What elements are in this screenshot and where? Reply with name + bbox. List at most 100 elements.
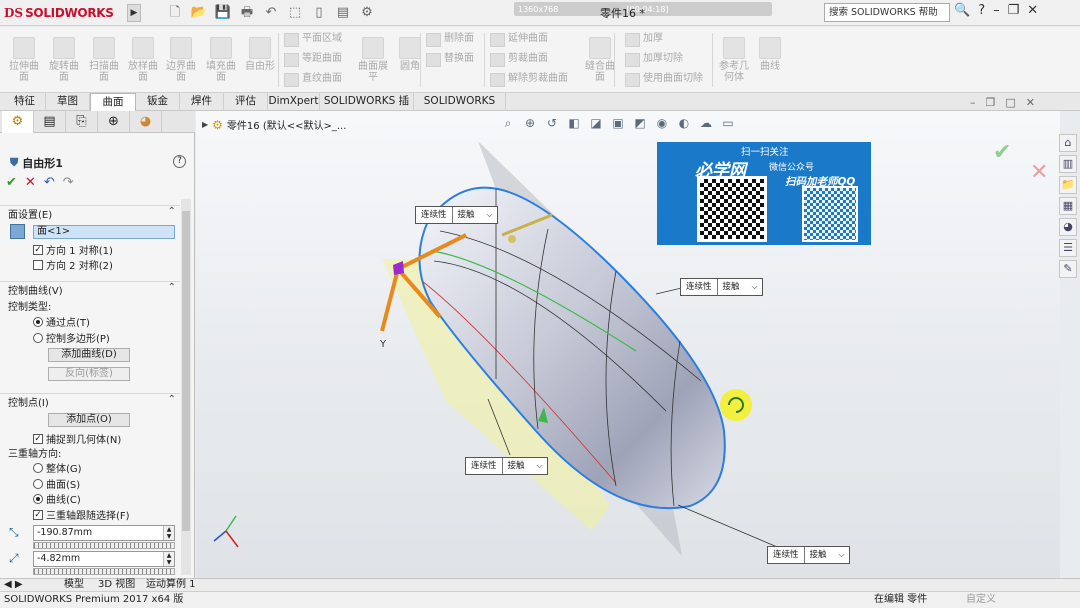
- tab-sheet-metal[interactable]: 钣金: [136, 93, 180, 111]
- through-points-radio[interactable]: 通过点(T): [33, 314, 90, 329]
- doc-minimize-icon[interactable]: –: [970, 96, 976, 109]
- menu-expand-arrow-icon[interactable]: ▶: [127, 4, 141, 22]
- continuity-callout-top[interactable]: 连续性 接触 ⌵: [415, 206, 498, 224]
- flip-tab-button[interactable]: 反向(标签): [48, 367, 130, 381]
- dropdown-chevron-icon[interactable]: ⌵: [752, 279, 758, 295]
- new-file-icon[interactable]: 🗋: [166, 4, 184, 22]
- add-curve-button[interactable]: 添加曲线(D): [48, 348, 130, 362]
- ok-check-icon[interactable]: ✔: [6, 175, 17, 190]
- doc-maximize-icon[interactable]: □: [1005, 96, 1015, 109]
- undo-icon[interactable]: ↶: [262, 4, 280, 22]
- nav-arrows-icon[interactable]: ◀ ▶: [4, 579, 23, 591]
- redo-arrow-icon[interactable]: ↷: [63, 175, 74, 190]
- tab-features[interactable]: 特征: [4, 93, 46, 111]
- dropdown-chevron-icon[interactable]: ⌵: [839, 547, 845, 563]
- model-canvas[interactable]: Y: [196, 111, 1060, 578]
- minimize-icon[interactable]: –: [993, 3, 1000, 18]
- collapse-chevron-icon[interactable]: ⌃: [168, 282, 176, 293]
- confirm-corner-ok-icon[interactable]: ✔: [993, 140, 1011, 165]
- direction2-thumbwheel[interactable]: [33, 568, 175, 575]
- thickened-cut-button[interactable]: 加厚切除: [625, 50, 683, 68]
- dir1-symmetry-checkbox[interactable]: ✓ 方向 1 对称(1): [33, 242, 113, 257]
- add-point-button[interactable]: 添加点(O): [48, 413, 130, 427]
- sweep-surface-button[interactable]: 扫描曲面: [86, 37, 122, 83]
- face-settings-header[interactable]: 面设置(E) ⌃: [0, 205, 180, 221]
- spin-arrows-icon[interactable]: ▲ ▼: [163, 552, 174, 566]
- help-icon[interactable]: ?: [173, 155, 186, 168]
- tab-evaluate[interactable]: 评估: [224, 93, 268, 111]
- dropdown-chevron-icon[interactable]: ⌵: [487, 207, 493, 223]
- ruled-surface-button[interactable]: 直纹曲面: [284, 70, 342, 88]
- curve-radio[interactable]: 曲线(C): [33, 491, 81, 506]
- direction2-value-input[interactable]: -4.82mm ▲ ▼: [33, 551, 175, 567]
- custom-properties-icon[interactable]: ☰: [1059, 239, 1077, 257]
- extend-surface-button[interactable]: 延伸曲面: [490, 30, 548, 48]
- design-library-icon[interactable]: ▥: [1059, 155, 1077, 173]
- untrim-surface-button[interactable]: 解除剪裁曲面: [490, 70, 568, 88]
- options-gear-icon[interactable]: ⚙: [358, 4, 376, 22]
- replace-face-button[interactable]: 替换面: [426, 50, 474, 68]
- forum-icon[interactable]: ✎: [1059, 260, 1077, 278]
- face-selection-box[interactable]: 面<1>: [33, 225, 175, 239]
- solidworks-logo[interactable]: DS SOLIDWORKS: [4, 3, 126, 23]
- planar-surface-button[interactable]: 平面区域: [284, 30, 342, 48]
- print-icon[interactable]: 🖶: [238, 4, 256, 22]
- doc-restore-icon[interactable]: ❐: [986, 96, 996, 109]
- collapse-chevron-icon[interactable]: ⌃: [168, 206, 176, 217]
- thicken-button[interactable]: 加厚: [625, 30, 663, 48]
- freeform-button[interactable]: 自由形: [242, 37, 278, 72]
- global-radio[interactable]: 整体(G): [33, 460, 82, 475]
- revolve-surface-button[interactable]: 旋转曲面: [46, 37, 82, 83]
- display-manager-tab-icon[interactable]: ◕: [130, 111, 162, 133]
- collapse-chevron-icon[interactable]: ⌃: [168, 394, 176, 405]
- loft-surface-button[interactable]: 放样曲面: [125, 37, 161, 83]
- tab-motion-study[interactable]: 运动算例 1: [146, 579, 196, 591]
- property-manager-tab-icon[interactable]: ▤: [34, 111, 66, 133]
- feature-manager-tab-icon[interactable]: ⚙: [2, 111, 34, 133]
- tab-model[interactable]: 模型: [64, 579, 84, 591]
- cancel-x-icon[interactable]: ✕: [25, 175, 36, 190]
- control-curves-header[interactable]: 控制曲线(V) ⌃: [0, 281, 180, 297]
- offset-surface-button[interactable]: 等距曲面: [284, 50, 342, 68]
- file-properties-icon[interactable]: ▤: [334, 4, 352, 22]
- help-icon[interactable]: ?: [978, 3, 985, 18]
- tab-dimxpert[interactable]: DimXpert: [268, 93, 320, 111]
- continuity-callout-bottom-left[interactable]: 连续性 接触 ⌵: [465, 457, 548, 475]
- delete-face-button[interactable]: 删除面: [426, 30, 474, 48]
- spin-arrows-icon[interactable]: ▲ ▼: [163, 526, 174, 540]
- continuity-callout-right[interactable]: 连续性 接触 ⌵: [680, 278, 763, 296]
- dimxpert-manager-tab-icon[interactable]: ⊕: [98, 111, 130, 133]
- tab-mbd[interactable]: SOLIDWORKS MBD: [414, 93, 506, 124]
- continuity-callout-bottom-right[interactable]: 连续性 接触 ⌵: [767, 546, 850, 564]
- control-polygon-radio[interactable]: 控制多边形(P): [33, 330, 110, 345]
- help-search-input[interactable]: 搜索 SOLIDWORKS 帮助: [824, 3, 950, 22]
- scroll-thumb[interactable]: [182, 211, 190, 531]
- restore-icon[interactable]: ❐: [1008, 3, 1020, 18]
- appearances-icon[interactable]: ◕: [1059, 218, 1077, 236]
- direction1-thumbwheel[interactable]: [33, 542, 175, 549]
- graphics-area[interactable]: ▶ ⚙ 零件16 (默认<<默认>_... ⌕ ⊕ ↺ ◧ ◪ ▣ ◩ ◉ ◐ …: [196, 111, 1060, 578]
- triad-follows-selection-checkbox[interactable]: ✓ 三重轴跟随选择(F): [33, 507, 130, 522]
- curves-button[interactable]: 曲线: [752, 37, 788, 72]
- extrude-surface-button[interactable]: 拉伸曲面: [6, 37, 42, 83]
- tab-3d-views[interactable]: 3D 视图: [98, 579, 135, 591]
- knit-surface-button[interactable]: 缝合曲面: [582, 37, 618, 83]
- trim-surface-button[interactable]: 剪裁曲面: [490, 50, 548, 68]
- triad-y-arrow[interactable]: [380, 268, 400, 332]
- reference-geometry-button[interactable]: 参考几何体: [716, 37, 752, 83]
- undo-arrow-icon[interactable]: ↶: [44, 175, 55, 190]
- doc-close-icon[interactable]: ✕: [1026, 96, 1035, 109]
- dropdown-chevron-icon[interactable]: ⌵: [537, 458, 543, 474]
- solidworks-resources-icon[interactable]: ⌂: [1059, 134, 1077, 152]
- open-file-icon[interactable]: 📂: [190, 4, 208, 22]
- fill-surface-button[interactable]: 填充曲面: [203, 37, 239, 83]
- tab-surfaces[interactable]: 曲面: [90, 93, 136, 111]
- flatten-surface-button[interactable]: 曲面展平: [355, 37, 391, 83]
- direction1-value-input[interactable]: -190.87mm ▲ ▼: [33, 525, 175, 541]
- control-points-header[interactable]: 控制点(I) ⌃: [0, 393, 180, 409]
- units-custom[interactable]: 自定义: [966, 592, 996, 608]
- close-icon[interactable]: ✕: [1027, 3, 1038, 18]
- file-explorer-icon[interactable]: 📁: [1059, 176, 1077, 194]
- fillet-button[interactable]: 圆角: [392, 37, 428, 72]
- control-point[interactable]: [508, 235, 516, 243]
